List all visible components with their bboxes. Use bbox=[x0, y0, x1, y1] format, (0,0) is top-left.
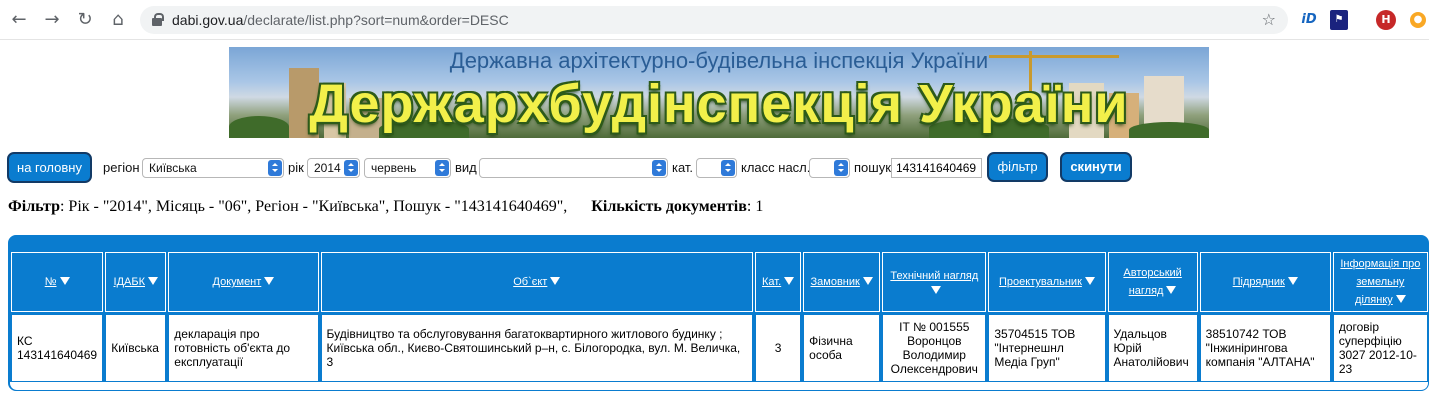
cell-document: декларація про готовність об'єкта до екс… bbox=[168, 314, 319, 382]
col-header-label[interactable]: Підрядник bbox=[1233, 276, 1285, 288]
region-label: регіон bbox=[103, 160, 140, 175]
col-header-label[interactable]: Замовник bbox=[811, 276, 860, 288]
extension-orange-icon[interactable]: ● bbox=[1410, 12, 1426, 28]
site-banner: Державна архітектурно-будівельна інспекц… bbox=[229, 47, 1209, 138]
cell-tech-supervision: ІТ № 001555 Воронцов Володимир Олексендр… bbox=[882, 314, 987, 382]
table-header-row: № ІДАБК Документ Об`єкт Кат. Замовник Те… bbox=[11, 252, 1428, 312]
extension-id-icon[interactable]: iD bbox=[1298, 10, 1320, 30]
sort-desc-icon[interactable] bbox=[1287, 277, 1298, 285]
filter-button[interactable]: фільтр bbox=[987, 152, 1048, 182]
year-select[interactable]: 2014 bbox=[307, 158, 360, 178]
month-select[interactable]: червень bbox=[364, 158, 451, 178]
col-header-category[interactable]: Кат. bbox=[755, 252, 802, 312]
col-header-designer[interactable]: Проектувальник bbox=[988, 252, 1106, 312]
cell-customer: Фізична особа bbox=[803, 314, 881, 382]
search-label: пошук bbox=[854, 160, 891, 175]
col-header-label[interactable]: ІДАБК bbox=[114, 276, 145, 288]
back-arrow-icon[interactable]: ← bbox=[8, 9, 30, 31]
cell-land-info: договір суперфіцію 3027 2012-10-23 bbox=[1332, 314, 1428, 382]
cell-category: 3 bbox=[755, 314, 802, 382]
forward-arrow-icon[interactable]: → bbox=[41, 9, 63, 31]
col-header-contractor[interactable]: Підрядник bbox=[1199, 252, 1331, 312]
profile-avatar-icon[interactable]: H bbox=[1376, 10, 1396, 30]
col-header-object[interactable]: Об`єкт bbox=[320, 252, 754, 312]
chevron-updown-icon bbox=[344, 160, 358, 176]
summary-filter-label: Фільтр bbox=[8, 198, 60, 215]
reload-icon[interactable]: ↻ bbox=[74, 9, 96, 31]
sort-desc-icon[interactable] bbox=[1166, 286, 1177, 294]
sort-desc-icon[interactable] bbox=[59, 277, 70, 285]
address-bar[interactable]: dabi.gov.ua/declarate/list.php?sort=num&… bbox=[140, 6, 1288, 34]
col-header-document[interactable]: Документ bbox=[168, 252, 319, 312]
col-header-author-supervision[interactable]: Авторський нагляд bbox=[1107, 252, 1198, 312]
col-header-label[interactable]: Проектувальник bbox=[999, 276, 1082, 288]
col-header-tech-supervision[interactable]: Технічний нагляд bbox=[882, 252, 987, 312]
col-header-idabk[interactable]: ІДАБК bbox=[105, 252, 167, 312]
region-select[interactable]: Київська bbox=[142, 158, 284, 178]
extension-image-icon[interactable]: ⚑ bbox=[1330, 10, 1348, 30]
table-row: КС 143141640469 Київська декларація про … bbox=[11, 314, 1428, 382]
sort-desc-icon[interactable] bbox=[930, 286, 941, 294]
category-label: кат. bbox=[672, 160, 694, 175]
month-select-value: червень bbox=[371, 161, 417, 175]
chevron-updown-icon bbox=[652, 160, 666, 176]
banner-title: Держархбудінспекція України bbox=[309, 74, 1129, 134]
url-path: /declarate/list.php?sort=num&order=DESC bbox=[243, 12, 509, 28]
sort-desc-icon[interactable] bbox=[1084, 277, 1095, 285]
chevron-updown-icon bbox=[721, 160, 735, 176]
col-header-customer[interactable]: Замовник bbox=[803, 252, 881, 312]
sort-desc-icon[interactable] bbox=[862, 277, 873, 285]
col-header-label[interactable]: Технічний нагляд bbox=[890, 270, 978, 282]
url-text[interactable]: dabi.gov.ua/declarate/list.php?sort=num&… bbox=[172, 12, 509, 28]
filter-summary: Фільтр: Рік - "2014", Місяць - "06", Рег… bbox=[8, 198, 763, 216]
cell-contractor: 38510742 ТОВ "Інжинірингова компанія "АЛ… bbox=[1199, 314, 1331, 382]
cell-object: Будівництво та обслуговування багатоквар… bbox=[320, 314, 754, 382]
category-select[interactable] bbox=[696, 158, 737, 178]
summary-count-label: Кількість документів bbox=[591, 198, 747, 215]
search-input[interactable] bbox=[891, 158, 982, 178]
chevron-updown-icon bbox=[435, 160, 449, 176]
type-select[interactable] bbox=[479, 158, 668, 178]
banner-subtitle: Державна архітектурно-будівельна інспекц… bbox=[449, 48, 989, 73]
col-header-label[interactable]: Кат. bbox=[762, 276, 781, 288]
summary-filter-text: : Рік - "2014", Місяць - "06", Регіон - … bbox=[59, 198, 568, 215]
bookmark-star-icon[interactable]: ☆ bbox=[1262, 10, 1276, 29]
sort-desc-icon[interactable] bbox=[550, 277, 561, 285]
summary-count-value: : 1 bbox=[746, 198, 764, 215]
year-select-value: 2014 bbox=[314, 161, 341, 175]
col-header-land-info[interactable]: Інформація про земельну ділянку bbox=[1332, 252, 1428, 312]
sort-desc-icon[interactable] bbox=[784, 277, 795, 285]
col-header-label[interactable]: Документ bbox=[213, 276, 262, 288]
sort-desc-icon[interactable] bbox=[148, 277, 158, 285]
cell-author-supervision: Удальцов Юрій Анатолійович bbox=[1107, 314, 1198, 382]
cell-designer: 35704515 ТОВ "Інтернешнл Медіа Груп" bbox=[988, 314, 1106, 382]
url-host: dabi.gov.ua bbox=[172, 12, 244, 28]
cell-idabk: Київська bbox=[105, 314, 167, 382]
sort-desc-icon[interactable] bbox=[1395, 295, 1406, 303]
home-icon[interactable]: ⌂ bbox=[107, 9, 129, 31]
table-footer-strip bbox=[10, 382, 1428, 390]
col-header-number[interactable]: № bbox=[11, 252, 104, 312]
chevron-updown-icon bbox=[834, 160, 848, 176]
region-select-value: Київська bbox=[149, 161, 197, 175]
col-header-label[interactable]: № bbox=[45, 276, 57, 288]
class-label: класс насл. bbox=[741, 160, 811, 175]
reset-button[interactable]: скинути bbox=[1060, 152, 1132, 182]
type-label: вид bbox=[455, 160, 477, 175]
chevron-updown-icon bbox=[268, 160, 282, 176]
declarations-table-panel: № ІДАБК Документ Об`єкт Кат. Замовник Те… bbox=[8, 235, 1429, 391]
sort-desc-icon[interactable] bbox=[264, 277, 275, 285]
declarations-table: № ІДАБК Документ Об`єкт Кат. Замовник Те… bbox=[9, 250, 1428, 384]
class-select[interactable] bbox=[809, 158, 850, 178]
col-header-label[interactable]: Інформація про земельну ділянку bbox=[1340, 258, 1420, 306]
year-label: рік bbox=[288, 160, 304, 175]
browser-toolbar: ← → ↻ ⌂ dabi.gov.ua/declarate/list.php?s… bbox=[0, 0, 1429, 40]
home-button[interactable]: на головну bbox=[7, 152, 92, 183]
cell-number: КС 143141640469 bbox=[11, 314, 104, 382]
lock-icon bbox=[152, 13, 164, 26]
col-header-label[interactable]: Об`єкт bbox=[513, 276, 547, 288]
